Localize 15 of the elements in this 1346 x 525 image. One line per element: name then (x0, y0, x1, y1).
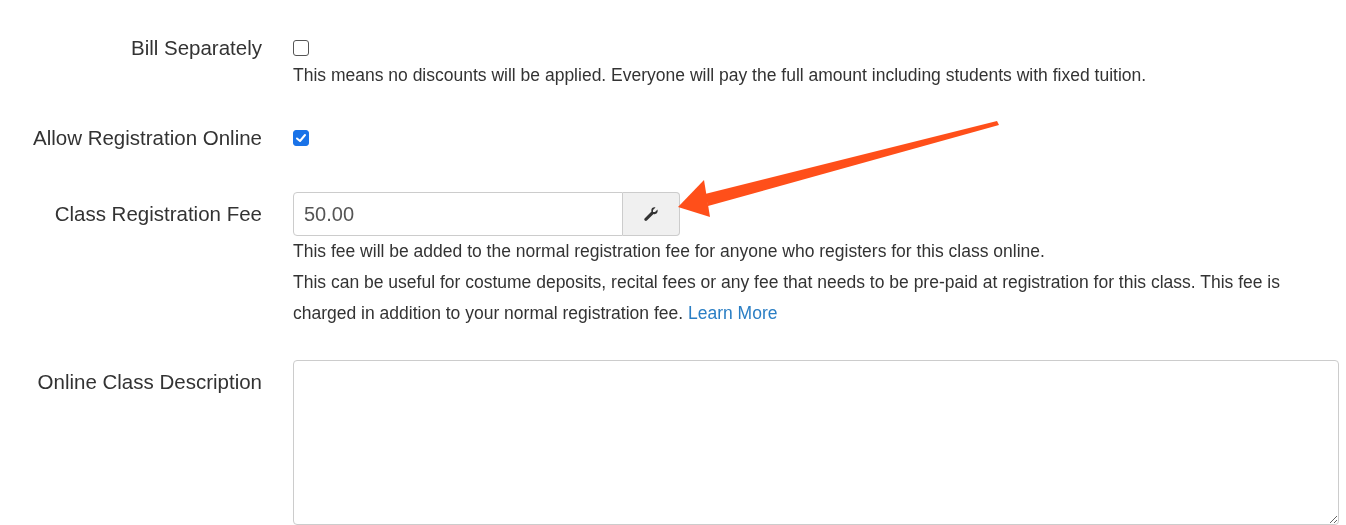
checkbox[interactable] (293, 130, 309, 146)
input-field[interactable]: 50.00 (293, 192, 623, 236)
help-text: This fee will be added to the normal registration fee for anyone who registers for this class online. (293, 240, 1045, 263)
help-text: This can be useful for costume deposits, recital fees or any fee that needs to be pre-paid at registration for this class. This fee is charged in addition to your normal registration fee. Learn More (293, 271, 1281, 325)
field-label: Class Registration Fee (54, 202, 262, 226)
learn-more-link[interactable]: Learn More (687, 303, 778, 323)
wrench-icon (643, 206, 659, 222)
field-label: Online Class Description (37, 370, 262, 395)
field-label: Allow Registration Online (32, 126, 262, 150)
checkmark-icon (295, 132, 307, 144)
input-field[interactable] (293, 360, 1339, 525)
help-text: This means no discounts will be applied. Everyone will pay the full amount including students with fixed tuition. (293, 64, 1147, 87)
settings-button[interactable] (623, 192, 680, 236)
checkbox[interactable] (293, 40, 309, 56)
field-label: Bill Separately (130, 36, 262, 61)
